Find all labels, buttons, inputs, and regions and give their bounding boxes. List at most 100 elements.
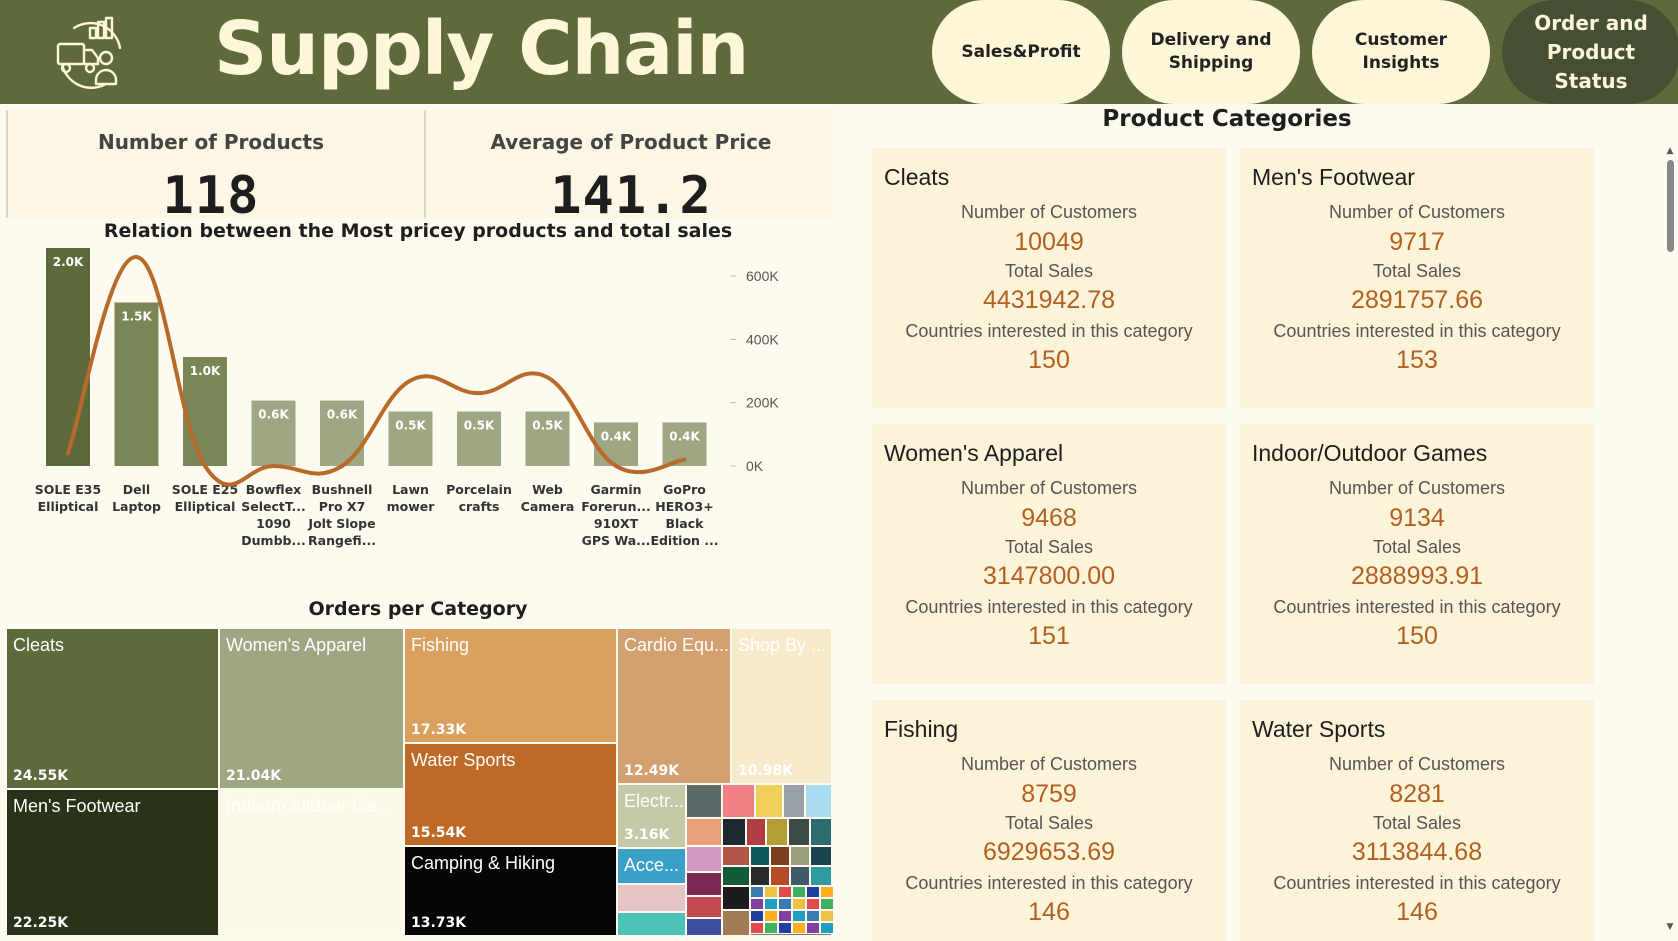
treemap-cell-small[interactable] bbox=[617, 884, 686, 912]
treemap-cell-small[interactable] bbox=[806, 922, 820, 934]
treemap-cell-small[interactable] bbox=[778, 886, 792, 898]
treemap-cell-indoor-outdoor[interactable]: Indoor/Outdoor Ga... bbox=[219, 789, 404, 936]
countries-value: 146 bbox=[1396, 898, 1438, 926]
treemap-cell-camping-hiking[interactable]: Camping & Hiking 13.73K bbox=[404, 846, 617, 936]
treemap-cell-small[interactable] bbox=[750, 886, 764, 898]
treemap-cell-small[interactable] bbox=[792, 898, 806, 910]
treemap-cell-small[interactable] bbox=[764, 886, 778, 898]
treemap-cell-small[interactable] bbox=[820, 898, 834, 910]
treemap-cell-small[interactable] bbox=[686, 846, 722, 872]
treemap-cell-small[interactable] bbox=[750, 910, 764, 922]
countries-label: Countries interested in this category bbox=[905, 873, 1193, 893]
treemap-cell-small[interactable] bbox=[766, 818, 788, 846]
scroll-down-arrow-icon[interactable]: ▼ bbox=[1664, 922, 1676, 932]
bar-data-label: 0.6K bbox=[327, 408, 358, 422]
treemap-cell-label: Electr... bbox=[624, 791, 685, 811]
x-tick-label: Rangefi... bbox=[308, 533, 376, 548]
sales-line[interactable] bbox=[66, 255, 687, 487]
treemap-cell-small[interactable] bbox=[764, 898, 778, 910]
treemap-cell-small[interactable] bbox=[820, 922, 834, 934]
treemap-cell-small[interactable] bbox=[778, 898, 792, 910]
treemap-cell-small[interactable] bbox=[820, 910, 834, 922]
treemap-cell-small[interactable] bbox=[810, 846, 832, 866]
treemap-cell-cardio[interactable]: Cardio Equ... 12.49K bbox=[617, 628, 731, 784]
delivery-logo-icon bbox=[56, 16, 122, 89]
product-categories-title: Product Categories bbox=[1102, 106, 1352, 132]
treemap-cell-small[interactable] bbox=[820, 886, 834, 898]
treemap-cell-small[interactable] bbox=[750, 846, 770, 866]
treemap-cell-water-sports[interactable]: Water Sports 15.54K bbox=[404, 743, 617, 846]
treemap-cell-small[interactable] bbox=[770, 846, 790, 866]
treemap-cell-shop-by[interactable]: Shop By ... 10.98K bbox=[731, 628, 832, 784]
countries-label: Countries interested in this category bbox=[1273, 321, 1561, 341]
sales-value: 4431942.78 bbox=[982, 286, 1116, 314]
treemap-cell-small[interactable] bbox=[770, 866, 790, 886]
treemap-cell-small[interactable] bbox=[755, 784, 783, 818]
treemap-cell-small[interactable] bbox=[746, 818, 766, 846]
x-tick-label: Porcelain bbox=[446, 482, 512, 497]
treemap-cell-small[interactable] bbox=[810, 818, 832, 846]
treemap-cell-small[interactable] bbox=[810, 866, 832, 886]
bar[interactable] bbox=[114, 302, 159, 467]
treemap-cell-small[interactable] bbox=[806, 886, 820, 898]
treemap-cell-small[interactable] bbox=[806, 910, 820, 922]
treemap-cell-small[interactable] bbox=[792, 922, 806, 934]
treemap-cell-value: 12.49K bbox=[624, 763, 680, 779]
treemap-cell-small[interactable] bbox=[764, 922, 778, 934]
countries-value: 153 bbox=[1396, 346, 1438, 374]
bar-data-label: 0.6K bbox=[258, 408, 289, 422]
bar[interactable] bbox=[46, 248, 90, 466]
treemap-cell-small[interactable] bbox=[722, 784, 755, 818]
bar-data-label: 0.5K bbox=[532, 419, 563, 433]
kpi-avg-price-value: 141.2 bbox=[550, 166, 712, 226]
chart-title: Relation between the Most pricey product… bbox=[103, 220, 733, 242]
scroll-up-arrow-icon[interactable]: ▲ bbox=[1664, 146, 1676, 156]
treemap-cell-small[interactable] bbox=[686, 818, 722, 846]
category-card-title: Water Sports bbox=[1252, 716, 1386, 742]
treemap-cell-accessories[interactable]: Acce... bbox=[617, 848, 686, 884]
treemap-cell-small[interactable] bbox=[722, 846, 750, 866]
treemap-cell-mens-footwear[interactable]: Men's Footwear 22.25K bbox=[6, 789, 219, 936]
treemap-cell-label: Fishing bbox=[411, 635, 470, 655]
treemap-cell-small[interactable] bbox=[790, 866, 810, 886]
treemap-cell-small[interactable] bbox=[788, 818, 810, 846]
treemap-cell-small[interactable] bbox=[722, 818, 746, 846]
treemap-cell-small[interactable] bbox=[792, 910, 806, 922]
treemap-cell-small[interactable] bbox=[686, 784, 722, 818]
treemap-cell-small[interactable] bbox=[686, 896, 722, 918]
treemap-cell-small[interactable] bbox=[805, 784, 832, 818]
treemap-cell-small[interactable] bbox=[778, 910, 792, 922]
nav-sales-profit-button[interactable]: Sales&Profit bbox=[932, 0, 1110, 104]
treemap-cell-electronics[interactable]: Electr... 3.16K bbox=[617, 784, 686, 848]
x-tick-label: Bushnell bbox=[312, 482, 373, 497]
treemap-cell-small[interactable] bbox=[790, 846, 810, 866]
treemap-cell-small[interactable] bbox=[750, 922, 764, 934]
treemap-cell-small[interactable] bbox=[764, 910, 778, 922]
treemap-cell-small[interactable] bbox=[778, 922, 792, 934]
scrollbar-thumb[interactable] bbox=[1667, 160, 1674, 252]
treemap-cell-small[interactable] bbox=[806, 898, 820, 910]
treemap-cell-small[interactable] bbox=[686, 918, 722, 936]
treemap-cell-small[interactable] bbox=[722, 866, 750, 886]
app-title: Supply Chain bbox=[214, 6, 749, 92]
bar-data-label: 0.4K bbox=[601, 429, 632, 443]
treemap-cell-small[interactable] bbox=[792, 886, 806, 898]
bar-data-label: 0.5K bbox=[464, 419, 495, 433]
treemap-cell-small[interactable] bbox=[686, 872, 722, 896]
treemap-cell-value: 10.98K bbox=[738, 763, 794, 779]
treemap-cell-fishing[interactable]: Fishing 17.33K bbox=[404, 628, 617, 743]
treemap-cell-womens-apparel[interactable]: Women's Apparel 21.04K bbox=[219, 628, 404, 789]
treemap-cell-small[interactable] bbox=[617, 912, 686, 936]
treemap-cell-small[interactable] bbox=[722, 886, 750, 910]
treemap-cell-small[interactable] bbox=[783, 784, 805, 818]
x-tick-label: mower bbox=[387, 499, 436, 514]
nav-order-product-status-button[interactable]: Order and Product Status bbox=[1502, 0, 1678, 104]
nav-customer-insights-button[interactable]: Customer Insights bbox=[1312, 0, 1490, 104]
category-card-title: Women's Apparel bbox=[884, 440, 1064, 466]
x-tick-label: HERO3+ bbox=[655, 499, 713, 514]
treemap-cell-small[interactable] bbox=[750, 866, 770, 886]
treemap-cell-cleats[interactable]: Cleats 24.55K bbox=[6, 628, 219, 789]
nav-delivery-shipping-button[interactable]: Delivery and Shipping bbox=[1122, 0, 1300, 104]
treemap-cell-small[interactable] bbox=[750, 898, 764, 910]
treemap-cell-small[interactable] bbox=[722, 910, 750, 936]
